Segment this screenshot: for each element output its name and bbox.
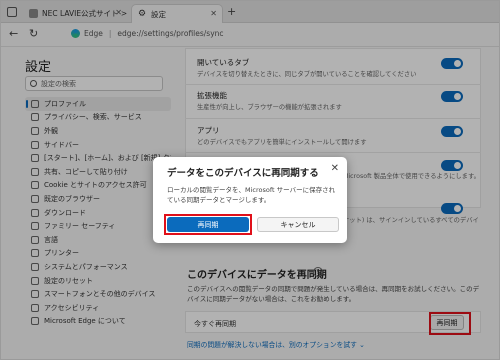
dialog-resync-button[interactable]: 再同期 (167, 217, 249, 232)
browser-window: NEC LAVIE公式サイト > サービス& ✕ ⚙ 設定 ✕ + ← ↻ Ed… (0, 0, 500, 360)
dialog-title: データをこのデバイスに再同期する (167, 168, 319, 179)
dialog-body: ローカルの閲覧データを、Microsoft サーバーに保存されている同期データと… (167, 186, 336, 204)
close-icon[interactable]: ✕ (331, 163, 339, 174)
dialog-cancel-button[interactable]: キャンセル (257, 217, 339, 232)
resync-dialog: データをこのデバイスに再同期する ✕ ローカルの閲覧データを、Microsoft… (153, 157, 347, 243)
